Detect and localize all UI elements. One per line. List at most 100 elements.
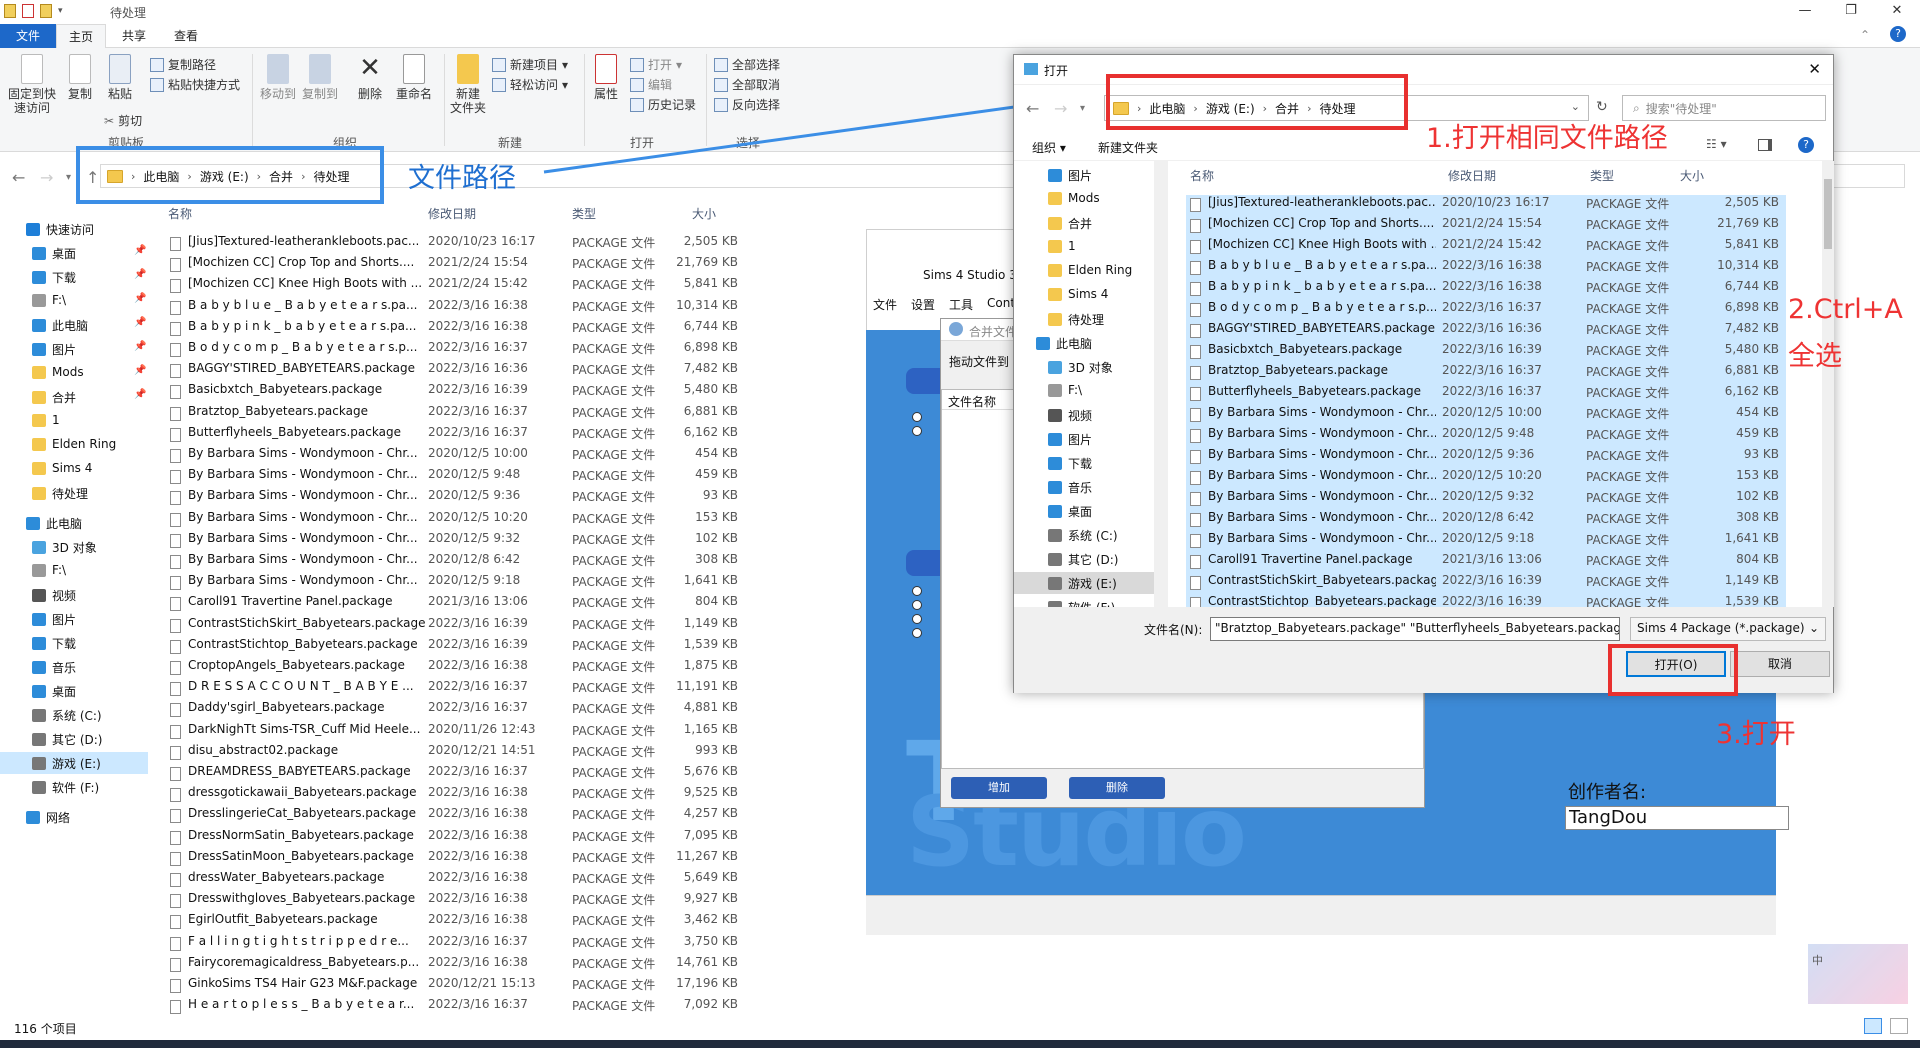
nav-item[interactable]: 此电脑: [32, 317, 88, 334]
scroll-thumb[interactable]: [1824, 179, 1832, 249]
new-item-button[interactable]: 新建项目 ▾: [492, 56, 568, 73]
nav-item[interactable]: 待处理: [32, 485, 88, 502]
table-row[interactable]: DREAMDRESS_BABYETEARS.package 2022/3/16 1…: [168, 764, 768, 785]
nav-item[interactable]: 合并: [32, 389, 76, 406]
dialog-table-row[interactable]: B a b y p i n k _ b a b y e t e a r s.pa…: [1186, 279, 1786, 300]
radio-icon[interactable]: [912, 628, 922, 638]
tab-view[interactable]: 查看: [162, 24, 210, 48]
dialog-column-name[interactable]: 名称: [1190, 167, 1214, 184]
filename-input[interactable]: "Bratztop_Babyetears.package" "Butterfly…: [1210, 617, 1620, 641]
paste-shortcut-button[interactable]: 粘贴快捷方式: [150, 76, 240, 93]
help-icon[interactable]: ?: [1890, 26, 1906, 42]
nav-item[interactable]: 3D 对象: [32, 539, 97, 556]
dialog-table-row[interactable]: By Barbara Sims - Wondymoon - Chr... 2020…: [1186, 447, 1786, 468]
dialog-nav-item[interactable]: 合并: [1048, 215, 1092, 232]
dialog-nav-item[interactable]: 其它 (D:): [1048, 551, 1118, 568]
tab-share[interactable]: 共享: [110, 24, 158, 48]
table-row[interactable]: dressWater_Babyetears.package 2022/3/16 1…: [168, 870, 768, 891]
help-icon[interactable]: ?: [1798, 137, 1814, 153]
back-arrow-icon[interactable]: ←: [12, 168, 25, 187]
table-row[interactable]: DressNormSatin_Babyetears.package 2022/3/…: [168, 828, 768, 849]
dialog-table-row[interactable]: ContrastStichtop_Babyetears.package 2022/…: [1186, 594, 1786, 607]
nav-item[interactable]: 网络: [26, 809, 70, 826]
nav-item[interactable]: 游戏 (E:): [32, 755, 101, 772]
qat-dropdown-icon[interactable]: ▾: [58, 6, 63, 16]
dialog-nav-item[interactable]: 视频: [1048, 407, 1092, 424]
table-row[interactable]: By Barbara Sims - Wondymoon - Chr... 2020…: [168, 573, 768, 594]
details-view-icon[interactable]: [1864, 1018, 1882, 1034]
refresh-icon[interactable]: ↻: [1596, 99, 1608, 115]
new-folder-button[interactable]: 新建 文件夹: [448, 54, 488, 115]
dialog-nav-item[interactable]: 待处理: [1048, 311, 1104, 328]
rename-button[interactable]: 重命名: [394, 54, 434, 101]
merge-add-button[interactable]: 增加: [951, 777, 1047, 799]
table-row[interactable]: EgirlOutfit_Babyetears.package 2022/3/16 …: [168, 912, 768, 933]
nav-item[interactable]: 下载: [32, 269, 76, 286]
view-options-icon[interactable]: ☷ ▾: [1706, 137, 1727, 151]
dialog-table-row[interactable]: B a b y b l u e _ B a b y e t e a r s.pa…: [1186, 258, 1786, 279]
dialog-table-row[interactable]: B o d y c o m p _ B a b y e t e a r s.p.…: [1186, 300, 1786, 321]
radio-icon[interactable]: [912, 586, 922, 596]
radio-icon[interactable]: [912, 426, 922, 436]
ime-mode[interactable]: 中: [1812, 952, 1823, 968]
nav-item[interactable]: Mods: [32, 365, 84, 379]
copy-button[interactable]: 复制: [62, 54, 98, 101]
dialog-nav-item[interactable]: Elden Ring: [1048, 263, 1132, 277]
column-type[interactable]: 类型: [572, 205, 596, 222]
nav-item[interactable]: 下载: [32, 635, 76, 652]
nav-item[interactable]: Sims 4: [32, 461, 92, 475]
move-to-button[interactable]: 移动到: [258, 54, 298, 101]
dialog-nav-item[interactable]: 下载: [1048, 455, 1092, 472]
nav-item[interactable]: 系统 (C:): [32, 707, 102, 724]
studio-menu-content[interactable]: Cont: [987, 296, 1015, 313]
dialog-table-row[interactable]: [Mochizen CC] Knee High Boots with ... 20…: [1186, 237, 1786, 258]
cancel-button[interactable]: 取消: [1730, 651, 1830, 677]
nav-item[interactable]: 此电脑: [26, 515, 82, 532]
large-icons-view-icon[interactable]: [1890, 1018, 1908, 1034]
dialog-nav-item[interactable]: 1: [1048, 239, 1076, 253]
cut-button[interactable]: ✂ 剪切: [104, 112, 142, 129]
dialog-table-row[interactable]: ContrastStichSkirt_Babyetears.package 202…: [1186, 573, 1786, 594]
recent-dropdown-icon[interactable]: ▾: [66, 172, 71, 183]
table-row[interactable]: By Barbara Sims - Wondymoon - Chr... 2020…: [168, 488, 768, 509]
table-row[interactable]: Bratztop_Babyetears.package 2022/3/16 16:…: [168, 404, 768, 425]
dialog-nav-item[interactable]: Mods: [1048, 191, 1100, 205]
dialog-table-row[interactable]: By Barbara Sims - Wondymoon - Chr... 2020…: [1186, 489, 1786, 510]
nav-item[interactable]: 快速访问: [26, 221, 94, 238]
studio-menu-file[interactable]: 文件: [873, 296, 897, 313]
dialog-nav-item[interactable]: Sims 4: [1048, 287, 1108, 301]
dialog-nav-item[interactable]: F:\: [1048, 383, 1082, 397]
organize-button[interactable]: 组织 ▾: [1032, 139, 1066, 156]
table-row[interactable]: [Jius]Textured-leatherankleboots.pac... 2…: [168, 234, 768, 255]
nav-item[interactable]: 桌面: [32, 245, 76, 262]
table-row[interactable]: By Barbara Sims - Wondymoon - Chr... 2020…: [168, 467, 768, 488]
open-button[interactable]: 打开 ▾: [630, 56, 682, 73]
nav-item[interactable]: Elden Ring: [32, 437, 116, 451]
preview-pane-icon[interactable]: [1758, 139, 1772, 151]
table-row[interactable]: [Mochizen CC] Knee High Boots with ... 20…: [168, 276, 768, 297]
studio-menu-tools[interactable]: 工具: [949, 296, 973, 313]
table-row[interactable]: By Barbara Sims - Wondymoon - Chr... 2020…: [168, 446, 768, 467]
delete-button[interactable]: ✕ 删除: [352, 54, 388, 101]
tab-home[interactable]: 主页: [56, 24, 107, 49]
table-row[interactable]: DarkNighTt Sims-TSR_Cuff Mid Heele... 202…: [168, 722, 768, 743]
dialog-new-folder-button[interactable]: 新建文件夹: [1098, 139, 1158, 156]
table-row[interactable]: B a b y p i n k _ b a b y e t e a r s.pa…: [168, 319, 768, 340]
dialog-nav-item[interactable]: 系统 (C:): [1048, 527, 1118, 544]
dialog-table-row[interactable]: By Barbara Sims - Wondymoon - Chr... 2020…: [1186, 468, 1786, 489]
dialog-nav-item[interactable]: 此电脑: [1036, 335, 1092, 352]
dialog-table-row[interactable]: Butterflyheels_Babyetears.package 2022/3/…: [1186, 384, 1786, 405]
nav-item[interactable]: 桌面: [32, 683, 76, 700]
dialog-nav-item[interactable]: 游戏 (E:): [1048, 575, 1117, 592]
close-icon[interactable]: ✕: [1874, 0, 1920, 24]
table-row[interactable]: B a b y b l u e _ B a b y e t e a r s.pa…: [168, 298, 768, 319]
studio-menu-settings[interactable]: 设置: [911, 296, 935, 313]
radio-icon[interactable]: [912, 600, 922, 610]
nav-item[interactable]: 其它 (D:): [32, 731, 102, 748]
table-row[interactable]: F a l l i n g t i g h t s t r i p p e d …: [168, 934, 768, 955]
table-row[interactable]: DresslingerieCat_Babyetears.package 2022/…: [168, 806, 768, 827]
restore-icon[interactable]: ❐: [1828, 0, 1874, 24]
nav-item[interactable]: 图片: [32, 611, 76, 628]
paste-button[interactable]: 粘贴: [102, 54, 138, 101]
table-row[interactable]: GinkoSims TS4 Hair G23 M&F.package 2020/1…: [168, 976, 768, 997]
